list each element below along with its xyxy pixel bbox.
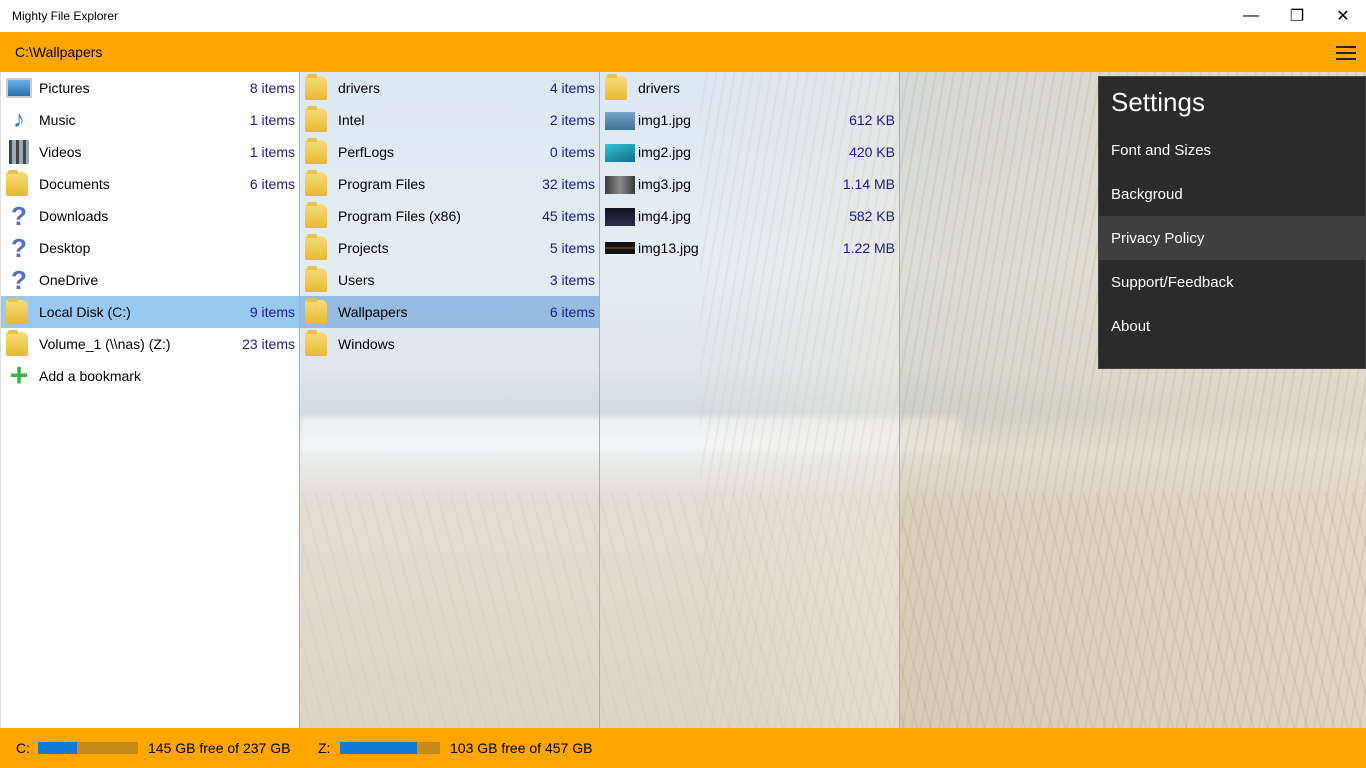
folder-item[interactable]: PerfLogs 0 items (300, 136, 599, 168)
question-icon: ? (11, 201, 27, 231)
folder-item[interactable]: Windows (300, 328, 599, 360)
status-bar: C: 145 GB free of 237 GB Z: 103 GB free … (0, 728, 1366, 768)
bookmark-pictures[interactable]: Pictures 8 items (1, 72, 299, 104)
restore-icon: ❐ (1289, 8, 1305, 25)
folder-item[interactable]: Users 3 items (300, 264, 599, 296)
drive-z-label: Z: (318, 740, 331, 756)
file-item[interactable]: img4.jpg 582 KB (600, 200, 899, 232)
settings-title: Settings (1111, 87, 1205, 117)
close-icon: ✕ (1336, 8, 1350, 25)
bookmark-videos[interactable]: Videos 1 items (1, 136, 299, 168)
wallpaper-files-pane: drivers img1.jpg 612 KB img2.jpg 420 KB im… (600, 72, 900, 728)
folder-item[interactable]: drivers 4 items (300, 72, 599, 104)
folder-icon (305, 234, 327, 260)
folder-item[interactable]: Program Files (x86) 45 items (300, 200, 599, 232)
folder-icon (305, 170, 327, 196)
drive-folder-pane: drivers 4 items Intel 2 items PerfLogs 0 it… (300, 72, 600, 728)
menu-icon[interactable] (1336, 46, 1356, 60)
folder-icon (305, 298, 327, 324)
folder-item[interactable]: Program Files 32 items (300, 168, 599, 200)
settings-menu: Settings Font and Sizes Backgroud Privac… (1098, 76, 1366, 369)
image-thumbnail (605, 208, 635, 226)
folder-icon (305, 330, 327, 356)
close-button[interactable]: ✕ (1320, 0, 1366, 32)
minimize-icon: — (1243, 7, 1259, 24)
question-icon: ? (11, 265, 27, 295)
folder-icon (305, 266, 327, 292)
bookmark-onedrive[interactable]: ? OneDrive (1, 264, 299, 296)
folder-item-selected[interactable]: Wallpapers 6 items (300, 296, 599, 328)
folder-icon (6, 330, 28, 356)
minimize-button[interactable]: — (1228, 0, 1274, 32)
drive-c-usage-bar (38, 742, 138, 754)
videos-icon (9, 140, 29, 164)
image-thumbnail (605, 242, 635, 254)
folder-icon (305, 138, 327, 164)
bookmark-downloads[interactable]: ? Downloads (1, 200, 299, 232)
settings-privacy-policy[interactable]: Privacy Policy (1099, 216, 1365, 260)
file-item[interactable]: img2.jpg 420 KB (600, 136, 899, 168)
settings-font-and-sizes[interactable]: Font and Sizes (1099, 128, 1365, 172)
plus-icon: + (9, 357, 29, 393)
bookmark-local-disk[interactable]: Local Disk (C:) 9 items (1, 296, 299, 328)
bookmark-volume-1[interactable]: Volume_1 (\\nas) (Z:) 23 items (1, 328, 299, 360)
folder-icon (305, 74, 327, 100)
drive-c-label: C: (16, 740, 30, 756)
settings-about[interactable]: About (1099, 304, 1365, 348)
maximize-button[interactable]: ❐ (1274, 0, 1320, 32)
current-path: C:\Wallpapers (15, 44, 103, 60)
image-thumbnail (605, 176, 635, 194)
folder-icon (6, 298, 28, 324)
settings-support-feedback[interactable]: Support/Feedback (1099, 260, 1365, 304)
file-item[interactable]: img1.jpg 612 KB (600, 104, 899, 136)
folder-item[interactable]: Intel 2 items (300, 104, 599, 136)
bookmark-music[interactable]: ♪ Music 1 items (1, 104, 299, 136)
settings-background[interactable]: Backgroud (1099, 172, 1365, 216)
folder-icon (305, 106, 327, 132)
bookmark-documents[interactable]: Documents 6 items (1, 168, 299, 200)
drive-c-free-text: 145 GB free of 237 GB (148, 740, 291, 756)
pictures-icon (6, 78, 32, 98)
add-bookmark-button[interactable]: + Add a bookmark (1, 357, 299, 393)
image-thumbnail (605, 144, 635, 162)
path-bar: C:\Wallpapers (0, 32, 1366, 72)
app-title: Mighty File Explorer (12, 9, 119, 23)
bookmark-desktop[interactable]: ? Desktop (1, 232, 299, 264)
music-icon: ♪ (13, 106, 25, 133)
file-item[interactable]: img3.jpg 1.14 MB (600, 168, 899, 200)
folder-icon (605, 74, 627, 100)
title-bar: Mighty File Explorer — ❐ ✕ (0, 0, 1366, 32)
drive-z-free-text: 103 GB free of 457 GB (450, 740, 593, 756)
bookmarks-pane: Pictures 8 items ♪ Music 1 items Videos … (0, 72, 300, 728)
folder-icon (305, 202, 327, 228)
folder-icon (6, 170, 28, 196)
folder-item[interactable]: drivers (600, 72, 899, 104)
image-thumbnail (605, 112, 635, 130)
file-item[interactable]: img13.jpg 1.22 MB (600, 232, 899, 264)
folder-item[interactable]: Projects 5 items (300, 232, 599, 264)
drive-z-usage-bar (340, 742, 440, 754)
question-icon: ? (11, 233, 27, 263)
